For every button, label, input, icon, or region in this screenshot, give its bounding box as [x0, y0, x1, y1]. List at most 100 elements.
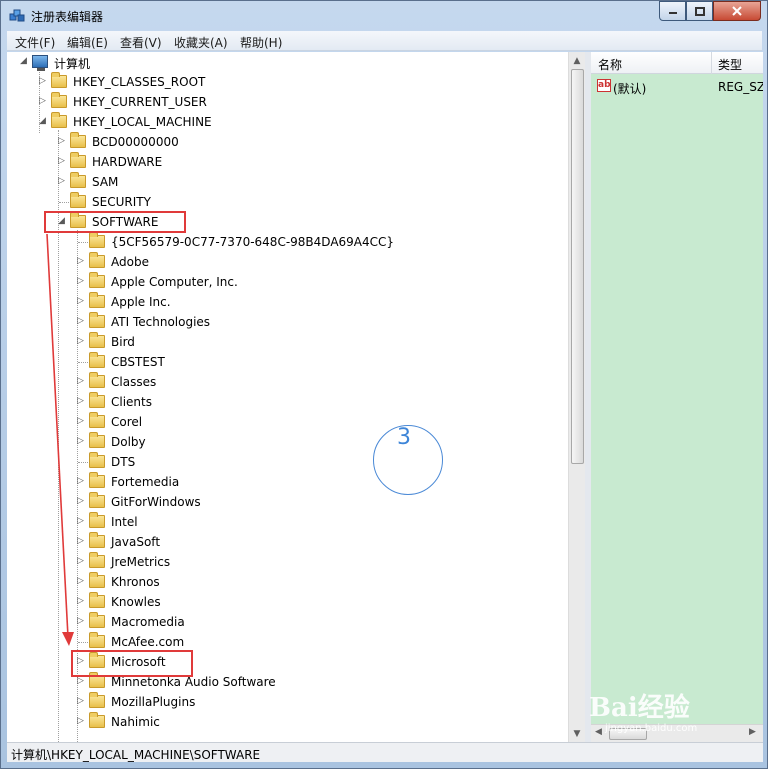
column-header-name[interactable]: 名称 [598, 56, 622, 73]
tree-node-key[interactable]: ▷ SAM [7, 172, 567, 192]
title-bar[interactable]: 注册表编辑器 [1, 1, 767, 31]
folder-icon [89, 232, 105, 248]
expand-arrow-icon[interactable]: ▷ [58, 176, 67, 187]
registry-tree-pane[interactable]: ◢ 计算机 ▷ HKEY_CLASSES_ROOT ▷ HKEY_CURRENT_US… [7, 52, 587, 742]
tree-node-key[interactable]: ▷ Apple Inc. [7, 292, 567, 312]
tree-node-hive[interactable]: ▷ HKEY_CURRENT_USER [7, 92, 567, 112]
tree-node-label: {5CF56579-0C77-7370-648C-98B4DA69A4CC} [111, 235, 395, 249]
scroll-down-icon[interactable]: ▼ [569, 725, 585, 742]
tree-node-label: McAfee.com [111, 635, 185, 649]
collapse-arrow-icon[interactable]: ◢ [20, 56, 29, 67]
tree-node-key[interactable]: ▷ Bird [7, 332, 567, 352]
tree-node-label: Adobe [111, 255, 149, 269]
tree-node-key[interactable]: CBSTEST [7, 352, 567, 372]
scrollbar-thumb[interactable] [571, 69, 584, 464]
folder-icon [89, 532, 105, 548]
baidu-watermark: Bai经验 jingyan.baidu.com [589, 687, 759, 742]
menu-edit[interactable]: 编辑(E) [67, 34, 108, 51]
folder-icon [89, 252, 105, 268]
tree-node-key[interactable]: ▷ ATI Technologies [7, 312, 567, 332]
folder-icon [89, 712, 105, 728]
folder-icon [89, 432, 105, 448]
column-header-type[interactable]: 类型 [718, 56, 742, 73]
tree-node-key[interactable]: ▷ BCD00000000 [7, 132, 567, 152]
tree-node-label: Intel [111, 515, 138, 529]
maximize-button[interactable] [686, 1, 713, 21]
tree-node-label: HKEY_CLASSES_ROOT [73, 75, 206, 89]
scroll-up-icon[interactable]: ▲ [569, 52, 585, 69]
tree-node-key[interactable]: ▷ Apple Computer, Inc. [7, 272, 567, 292]
folder-icon [51, 112, 67, 128]
tree-node-key[interactable]: SECURITY [7, 192, 567, 212]
tree-node-key[interactable]: ▷ HARDWARE [7, 152, 567, 172]
folder-icon [89, 312, 105, 328]
folder-icon [89, 512, 105, 528]
close-icon [732, 6, 742, 16]
string-value-icon: ab [597, 79, 611, 92]
tree-node-key[interactable]: ▷ JavaSoft [7, 532, 567, 552]
folder-icon [70, 152, 86, 168]
folder-icon [89, 372, 105, 388]
tree-node-key[interactable]: DTS [7, 452, 567, 472]
value-name: (默认) [613, 82, 647, 96]
expand-arrow-icon[interactable]: ▷ [39, 96, 48, 107]
tree-node-label: Macromedia [111, 615, 185, 629]
regedit-app-icon [9, 8, 25, 24]
window-title: 注册表编辑器 [31, 10, 104, 24]
expand-arrow-icon[interactable]: ▷ [58, 156, 67, 167]
tree-node-key[interactable]: ▷ Khronos [7, 572, 567, 592]
tree-node-key[interactable]: McAfee.com [7, 632, 567, 652]
tree-node-key[interactable]: ▷ Adobe [7, 252, 567, 272]
folder-icon [51, 92, 67, 108]
tree-node-label: Khronos [111, 575, 160, 589]
tree-node-hive[interactable]: ◢ HKEY_LOCAL_MACHINE [7, 112, 567, 132]
tree-vertical-scrollbar[interactable]: ▲ ▼ [568, 52, 585, 742]
tree-node-key[interactable]: ▷ Fortemedia [7, 472, 567, 492]
registry-editor-window: 注册表编辑器 文件(F) 编辑(E) 查看(V) 收藏夹(A) 帮助(H) ◢ … [0, 0, 768, 769]
tree-node-hive[interactable]: ▷ HKEY_CLASSES_ROOT [7, 72, 567, 92]
tree-node-key[interactable]: ▷ MozillaPlugins [7, 692, 567, 712]
tree-node-computer[interactable]: ◢ 计算机 [7, 52, 207, 72]
tree-line [59, 202, 69, 203]
folder-icon [70, 132, 86, 148]
menu-file[interactable]: 文件(F) [15, 34, 55, 51]
tree-node-label: MozillaPlugins [111, 695, 196, 709]
tree-node-key[interactable]: ▷ Knowles [7, 592, 567, 612]
tree-node-key[interactable]: ▷ JreMetrics [7, 552, 567, 572]
minimize-button[interactable] [659, 1, 686, 21]
tree-node-label: GitForWindows [111, 495, 201, 509]
tree-node-label: SAM [92, 175, 119, 189]
tree-node-key[interactable]: ▷ Dolby [7, 432, 567, 452]
close-button[interactable] [713, 1, 761, 21]
tree-node-label: JreMetrics [111, 555, 171, 569]
tree-node-key[interactable]: ▷ Intel [7, 512, 567, 532]
tree-node-key[interactable]: ▷ GitForWindows [7, 492, 567, 512]
menu-view[interactable]: 查看(V) [120, 34, 162, 51]
menu-help[interactable]: 帮助(H) [240, 34, 282, 51]
tree-node-label: HKEY_LOCAL_MACHINE [73, 115, 212, 129]
expand-arrow-icon[interactable]: ▷ [39, 76, 48, 87]
expand-arrow-icon[interactable]: ▷ [77, 716, 86, 727]
expand-arrow-icon[interactable]: ▷ [77, 676, 86, 687]
column-divider[interactable] [711, 52, 712, 74]
list-item[interactable]: ab (默认) REG_SZ [591, 77, 763, 96]
tree-node-key[interactable]: ▷ Classes [7, 372, 567, 392]
tree-node-key[interactable]: {5CF56579-0C77-7370-648C-98B4DA69A4CC} [7, 232, 567, 252]
expand-arrow-icon[interactable]: ▷ [77, 696, 86, 707]
folder-icon [89, 552, 105, 568]
folder-icon [89, 352, 105, 368]
expand-arrow-icon[interactable]: ▷ [58, 136, 67, 147]
tree-node-key[interactable]: ▷ Corel [7, 412, 567, 432]
tree-node-key[interactable]: ▷ Macromedia [7, 612, 567, 632]
menu-favorites[interactable]: 收藏夹(A) [174, 34, 228, 51]
tree-node-key[interactable]: ▷ Clients [7, 392, 567, 412]
folder-icon [89, 592, 105, 608]
collapse-arrow-icon[interactable]: ◢ [39, 116, 48, 127]
tree-node-label: Apple Inc. [111, 295, 171, 309]
maximize-icon [694, 6, 705, 16]
microsoft-highlight-box [71, 650, 193, 677]
client-area: ◢ 计算机 ▷ HKEY_CLASSES_ROOT ▷ HKEY_CURRENT_US… [7, 52, 763, 742]
tree-node-key[interactable]: ▷ Nahimic [7, 712, 567, 732]
values-list-pane[interactable]: 名称 类型 ab (默认) REG_SZ [591, 52, 763, 742]
tree-node-label: Bird [111, 335, 135, 349]
